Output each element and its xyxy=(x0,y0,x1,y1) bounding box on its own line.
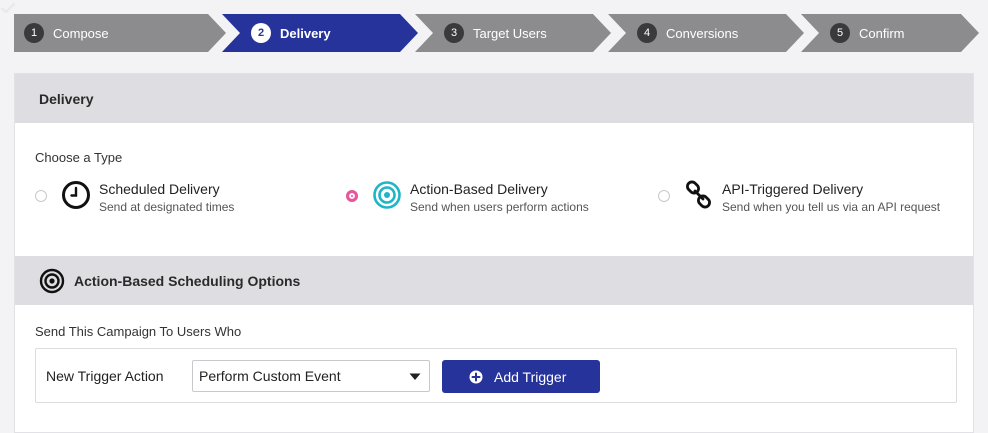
delivery-title: Delivery xyxy=(39,90,94,107)
step-compose[interactable]: 1 Compose xyxy=(24,14,109,52)
send-to-users-label: Send This Campaign To Users Who xyxy=(35,324,242,339)
step-target-users[interactable]: 3 Target Users xyxy=(444,14,547,52)
step-label: Confirm xyxy=(859,25,905,41)
add-trigger-button[interactable]: Add Trigger xyxy=(442,360,600,393)
step-label: Compose xyxy=(53,25,109,41)
step-label: Delivery xyxy=(280,25,331,41)
option-title: API-Triggered Delivery xyxy=(722,181,864,197)
add-trigger-label: Add Trigger xyxy=(494,368,567,385)
delivery-panel: Delivery Choose a Type Scheduled Deliver… xyxy=(14,73,974,433)
chevron-down-icon xyxy=(409,373,421,380)
scheduling-options-title: Action-Based Scheduling Options xyxy=(74,272,301,289)
target-icon xyxy=(373,181,401,209)
step-number: 1 xyxy=(24,23,44,43)
option-action-based-delivery[interactable]: Action-Based Delivery Send when users pe… xyxy=(346,180,589,216)
trigger-action-select[interactable]: Perform Custom Event xyxy=(192,360,430,392)
clock-icon xyxy=(62,181,90,209)
step-number: 3 xyxy=(444,23,464,43)
step-delivery[interactable]: 2 Delivery xyxy=(251,14,331,52)
progress-stepper: 1 Compose 2 Delivery 3 Target Users 4 Co… xyxy=(0,0,988,66)
choose-type-label: Choose a Type xyxy=(35,150,123,165)
step-number: 5 xyxy=(830,23,850,43)
option-title: Scheduled Delivery xyxy=(99,181,220,197)
step-number: 2 xyxy=(251,23,271,43)
trigger-action-value: Perform Custom Event xyxy=(199,368,341,384)
target-icon xyxy=(39,268,65,293)
api-triggered-radio[interactable] xyxy=(658,190,670,202)
checkmark-icon xyxy=(0,2,16,14)
plus-circle-icon xyxy=(469,370,483,383)
scheduled-radio[interactable] xyxy=(35,190,47,202)
trigger-action-label: New Trigger Action xyxy=(46,368,164,384)
step-label: Conversions xyxy=(666,25,739,41)
step-label: Target Users xyxy=(473,25,547,41)
scheduling-options-header: Action-Based Scheduling Options xyxy=(15,256,973,305)
trigger-action-row: New Trigger Action Perform Custom Event … xyxy=(35,348,957,403)
option-description: Send when you tell us via an API request xyxy=(722,200,941,214)
step-number: 4 xyxy=(637,23,657,43)
option-description: Send at designated times xyxy=(99,200,235,214)
option-title: Action-Based Delivery xyxy=(410,181,548,197)
option-description: Send when users perform actions xyxy=(410,200,589,214)
step-confirm[interactable]: 5 Confirm xyxy=(830,14,905,52)
option-api-triggered-delivery[interactable]: API-Triggered Delivery Send when you tel… xyxy=(658,180,940,216)
option-scheduled-delivery[interactable]: Scheduled Delivery Send at designated ti… xyxy=(35,180,234,216)
delivery-header: Delivery xyxy=(15,74,973,123)
step-conversions[interactable]: 4 Conversions xyxy=(637,14,738,52)
chain-link-icon xyxy=(686,180,711,209)
action-based-radio[interactable] xyxy=(346,190,358,202)
